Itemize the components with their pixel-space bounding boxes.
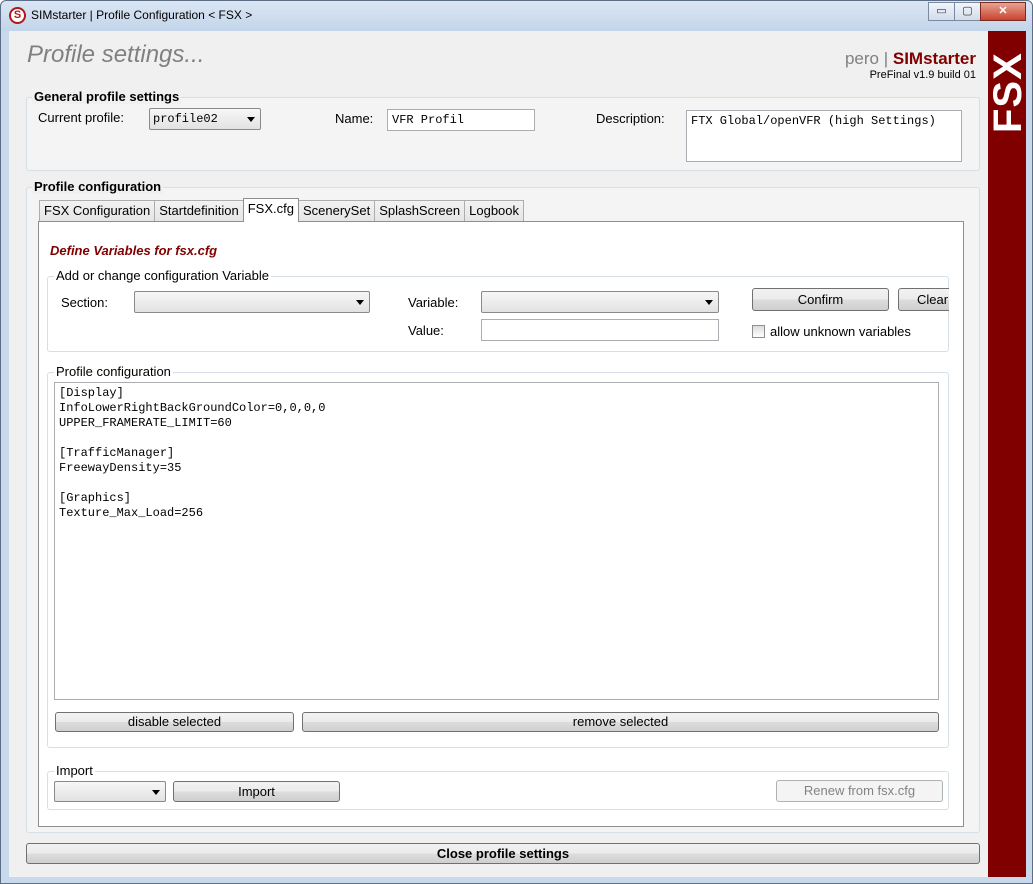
tab-bar: FSX Configuration Startdefinition FSX.cf… [39,198,525,222]
version-label: PreFinal v1.9 build 01 [869,69,976,81]
fsx-cfg-heading: Define Variables for fsx.cfg [50,243,218,258]
chevron-down-icon [705,300,713,305]
sim-sidebar: FSX [986,31,1030,877]
brand-separator: | [883,49,889,68]
tab-logbook[interactable]: Logbook [464,200,525,222]
chevron-down-icon [356,300,364,305]
confirm-button[interactable]: Confirm [752,288,889,311]
maximize-button[interactable]: ▢ [954,2,981,21]
general-settings-title: General profile settings [32,89,182,104]
profile-config-listbox[interactable]: [Display] InfoLowerRightBackGroundColor=… [54,382,939,700]
profile-list-legend: Profile configuration [54,364,173,379]
app-window: S SIMstarter | Profile Configuration < F… [0,0,1033,884]
add-variable-legend: Add or change configuration Variable [54,268,271,283]
remove-selected-button[interactable]: remove selected [302,712,939,732]
variable-select[interactable] [481,291,719,313]
description-label: Description: [596,111,665,126]
close-window-button[interactable]: ✕ [980,2,1026,21]
import-button[interactable]: Import [173,781,340,802]
sim-label: FSX [986,52,1030,133]
tab-splashscreen[interactable]: SplashScreen [374,200,466,222]
tab-fsx-cfg[interactable]: FSX.cfg [242,198,299,222]
section-label: Section: [61,295,108,310]
value-field[interactable] [481,319,719,341]
name-label: Name: [335,111,374,126]
title-bar[interactable]: S SIMstarter | Profile Configuration < F… [1,1,1032,31]
window-title: SIMstarter | Profile Configuration < FSX… [31,8,253,22]
tab-sceneryset[interactable]: ScenerySet [297,200,376,222]
brand-name: SIMstarter [892,49,976,68]
allow-unknown-checkbox[interactable] [752,325,765,338]
brand-line: pero | SIMstarter [845,49,976,69]
disable-selected-button[interactable]: disable selected [55,712,294,732]
client-area: Profile settings... pero | SIMstarter Pr… [9,31,1030,877]
tab-startdefinition[interactable]: Startdefinition [154,200,244,222]
allow-unknown-label: allow unknown variables [770,324,911,339]
fsx-cfg-panel: Define Variables for fsx.cfg Add or chan… [38,221,964,827]
tab-fsx-configuration[interactable]: FSX Configuration [39,200,156,222]
section-select[interactable] [134,291,370,313]
simstarter-logo-icon: S [9,7,26,24]
import-legend: Import [54,763,95,778]
current-profile-label: Current profile: [38,110,124,125]
import-select[interactable] [54,781,166,802]
variable-label: Variable: [408,295,459,310]
renew-from-fsxcfg-button[interactable]: Renew from fsx.cfg [776,780,943,802]
name-field[interactable]: VFR Profil [387,109,535,131]
minimize-button[interactable]: ▭ [928,2,955,21]
clear-button[interactable]: Clear [898,288,949,311]
user-name: pero [844,49,879,68]
value-label: Value: [408,323,444,338]
window-controls: ▭ ▢ ✕ [928,2,1026,21]
profile-config-title: Profile configuration [32,179,164,194]
description-field[interactable]: FTX Global/openVFR (high Settings) [686,110,962,162]
chevron-down-icon [247,117,255,122]
close-profile-settings-button[interactable]: Close profile settings [26,843,980,864]
page-title: Profile settings... [27,41,205,68]
current-profile-select[interactable]: profile02 [149,108,261,130]
current-profile-value: profile02 [153,112,218,126]
chevron-down-icon [152,790,160,795]
